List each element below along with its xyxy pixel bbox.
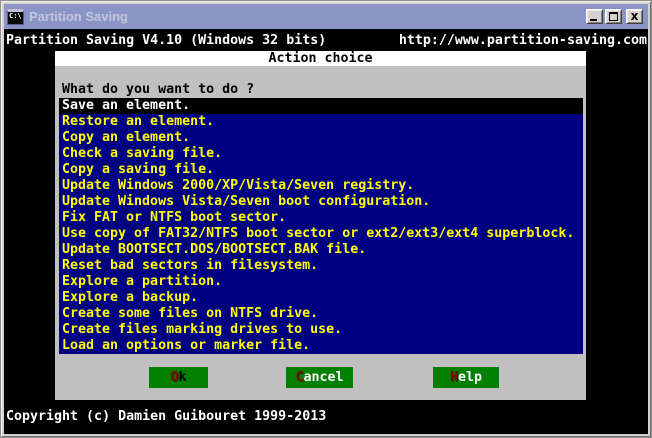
copyright-text: Copyright (c) Damien Guibouret 1999-2013	[6, 409, 327, 424]
menu-item[interactable]: Reset bad sectors in filesystem.	[59, 258, 583, 274]
close-button[interactable]: x	[626, 9, 643, 24]
help-hotkey-letter: H	[449, 369, 458, 385]
menu-item[interactable]: Copy a saving file.	[59, 162, 583, 178]
window-title: Partition Saving	[29, 9, 128, 24]
menu-item[interactable]: Load an options or marker file.	[59, 338, 583, 354]
console-app-icon: C:\	[7, 8, 24, 25]
menu-item[interactable]: Check a saving file.	[59, 146, 583, 162]
console-screen: Partition Saving V4.10 (Windows 32 bits)…	[4, 29, 648, 434]
menu-item[interactable]: Create some files on NTFS drive.	[59, 306, 583, 322]
menu-item[interactable]: Explore a backup.	[59, 290, 583, 306]
menu-item[interactable]: Update Windows Vista/Seven boot configur…	[59, 194, 583, 210]
action-choice-dialog: Action choice What do you want to do ? S…	[55, 51, 586, 400]
maximize-button[interactable]	[605, 9, 622, 24]
cancel-label-rest: ancel	[303, 369, 344, 385]
cancel-button[interactable]: Cancel	[286, 367, 353, 388]
menu-item[interactable]: Update Windows 2000/XP/Vista/Seven regis…	[59, 178, 583, 194]
app-window: C:\ Partition Saving x Partition Saving …	[0, 0, 652, 438]
menu-item[interactable]: Use copy of FAT32/NTFS boot sector or ex…	[59, 226, 583, 242]
ok-button[interactable]: Ok	[149, 367, 208, 388]
app-version-text: Partition Saving V4.10 (Windows 32 bits)	[6, 33, 327, 48]
minimize-button[interactable]	[586, 9, 603, 24]
menu-item[interactable]: Create files marking drives to use.	[59, 322, 583, 338]
help-button[interactable]: Help	[433, 367, 499, 388]
close-icon: x	[630, 9, 639, 23]
menu-item[interactable]: Save an element.	[59, 98, 583, 114]
action-list: Save an element. Restore an element. Cop…	[59, 98, 583, 354]
minimize-icon	[590, 19, 597, 21]
website-url: http://www.partition-saving.com	[398, 33, 647, 48]
titlebar[interactable]: C:\ Partition Saving x	[4, 4, 648, 29]
dialog-question: What do you want to do ?	[62, 82, 255, 97]
menu-item[interactable]: Copy an element.	[59, 130, 583, 146]
menu-item[interactable]: Update BOOTSECT.DOS/BOOTSECT.BAK file.	[59, 242, 583, 258]
console-app-icon-glyph: C:\	[9, 11, 22, 20]
help-label-rest: elp	[457, 369, 483, 385]
maximize-icon	[609, 12, 618, 21]
menu-item[interactable]: Restore an element.	[59, 114, 583, 130]
menu-item[interactable]: Fix FAT or NTFS boot sector.	[59, 210, 583, 226]
dialog-title: Action choice	[55, 51, 586, 66]
ok-label-rest: k	[178, 369, 187, 385]
menu-item[interactable]: Explore a partition.	[59, 274, 583, 290]
window-controls: x	[586, 9, 643, 24]
ok-hotkey-letter: O	[170, 369, 179, 385]
